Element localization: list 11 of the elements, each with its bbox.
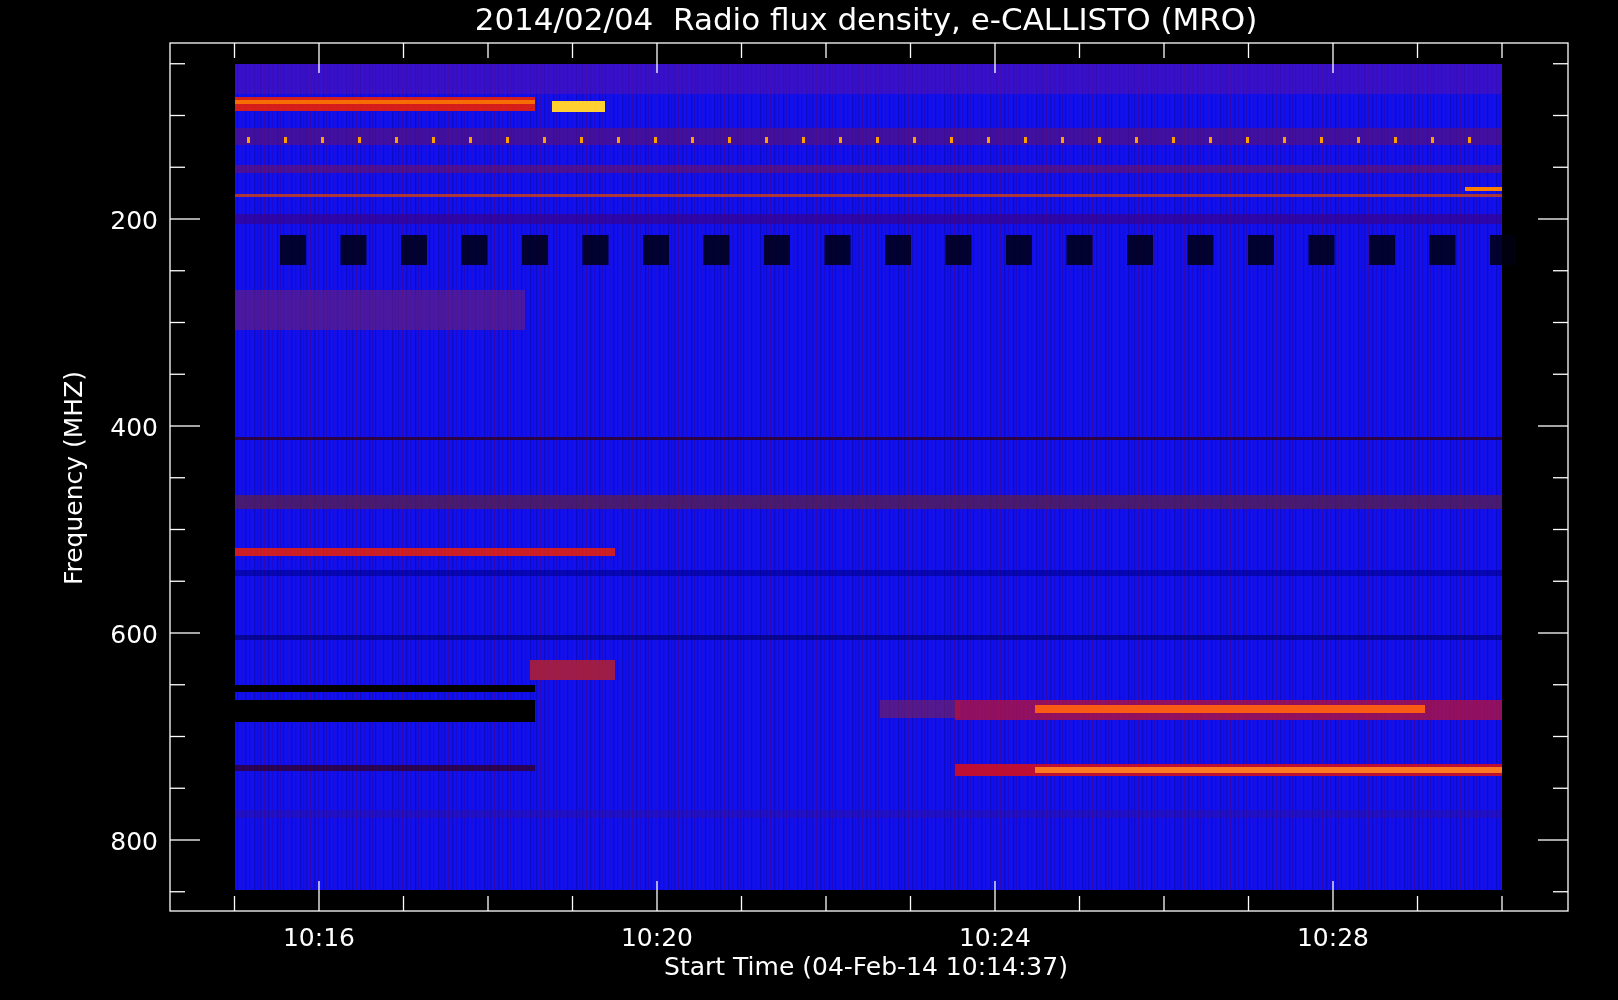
tick-label: 400 — [110, 413, 158, 442]
plot-title: 2014/02/04 Radio flux density, e-CALLISTO (MRO) — [474, 1, 1258, 37]
tick-label: 10:20 — [621, 923, 693, 952]
tick-label: 10:28 — [1297, 923, 1369, 952]
tick-label: 10:16 — [283, 923, 355, 952]
axis-label: Frequency (MHZ) — [59, 370, 88, 586]
axis-label: Start Time (04-Feb-14 10:14:37) — [664, 952, 1068, 981]
tick-label: 800 — [110, 827, 158, 856]
tick-label: 200 — [110, 206, 158, 235]
tick-label: 600 — [110, 620, 158, 649]
tick-label: 10:24 — [959, 923, 1031, 952]
